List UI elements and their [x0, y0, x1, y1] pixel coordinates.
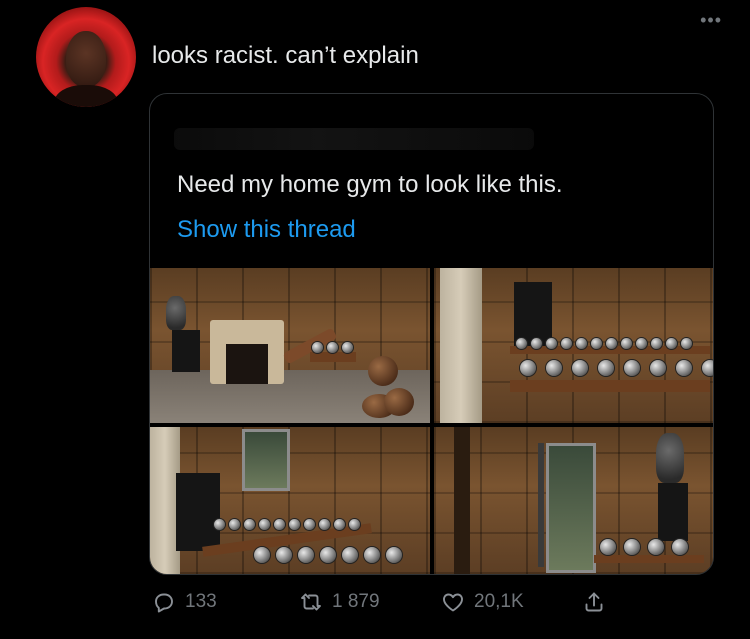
- gym-photo-4[interactable]: [434, 427, 713, 574]
- quoted-tweet-author-redacted: [174, 128, 534, 150]
- gym-photo-2[interactable]: [434, 268, 713, 423]
- tweet: ••• looks racist. can’t explain Need my …: [0, 0, 750, 639]
- medicine-ball: [368, 356, 398, 386]
- dumbbell-row: [214, 519, 360, 530]
- dumbbell-row: [254, 547, 402, 563]
- quoted-tweet[interactable]: Need my home gym to look like this. Show…: [149, 93, 714, 575]
- medicine-ball: [384, 388, 414, 416]
- dumbbell-rack: [510, 380, 710, 392]
- share-button[interactable]: [582, 590, 606, 614]
- speaker-image: [176, 473, 220, 551]
- dumbbell-rack: [310, 352, 356, 362]
- gym-photo-1[interactable]: [150, 268, 430, 423]
- statue-image: [166, 296, 186, 330]
- retweet-count: 1 879: [332, 591, 380, 612]
- tweet-actions: 133 1 879 20,1K: [152, 590, 622, 624]
- dumbbell-row: [312, 342, 353, 353]
- kettlebell-row: [600, 539, 688, 555]
- mirror-image: [242, 429, 290, 491]
- share-icon: [585, 592, 603, 612]
- reply-icon: [155, 593, 173, 613]
- reply-button[interactable]: 133: [152, 590, 217, 614]
- ladder-image: [454, 427, 470, 574]
- avatar-body: [54, 85, 118, 107]
- stone-pillar: [440, 268, 482, 423]
- vertical-rack: [538, 443, 544, 567]
- doorway-image: [546, 443, 596, 573]
- speaker-image: [172, 330, 200, 372]
- like-button[interactable]: 20,1K: [441, 590, 524, 614]
- like-count: 20,1K: [474, 591, 524, 612]
- show-thread-link[interactable]: Show this thread: [177, 216, 356, 244]
- heart-icon: [443, 593, 463, 612]
- kettlebell-rack: [594, 555, 704, 563]
- media-grid: [150, 268, 713, 574]
- quoted-tweet-text: Need my home gym to look like this.: [177, 171, 563, 198]
- tweet-text: looks racist. can’t explain: [152, 42, 419, 69]
- gym-photo-3[interactable]: [150, 427, 430, 574]
- speaker-image: [658, 483, 688, 541]
- retweet-button[interactable]: 1 879: [299, 590, 380, 614]
- retweet-icon: [301, 593, 321, 611]
- reply-count: 133: [185, 591, 217, 612]
- avatar[interactable]: [36, 7, 136, 107]
- dumbbell-row: [516, 338, 692, 349]
- dumbbell-row: [520, 360, 713, 376]
- statue-image: [656, 433, 684, 483]
- fireplace-image: [210, 320, 284, 384]
- speaker-image: [514, 282, 552, 346]
- avatar-face: [66, 31, 106, 87]
- more-icon[interactable]: •••: [700, 10, 722, 31]
